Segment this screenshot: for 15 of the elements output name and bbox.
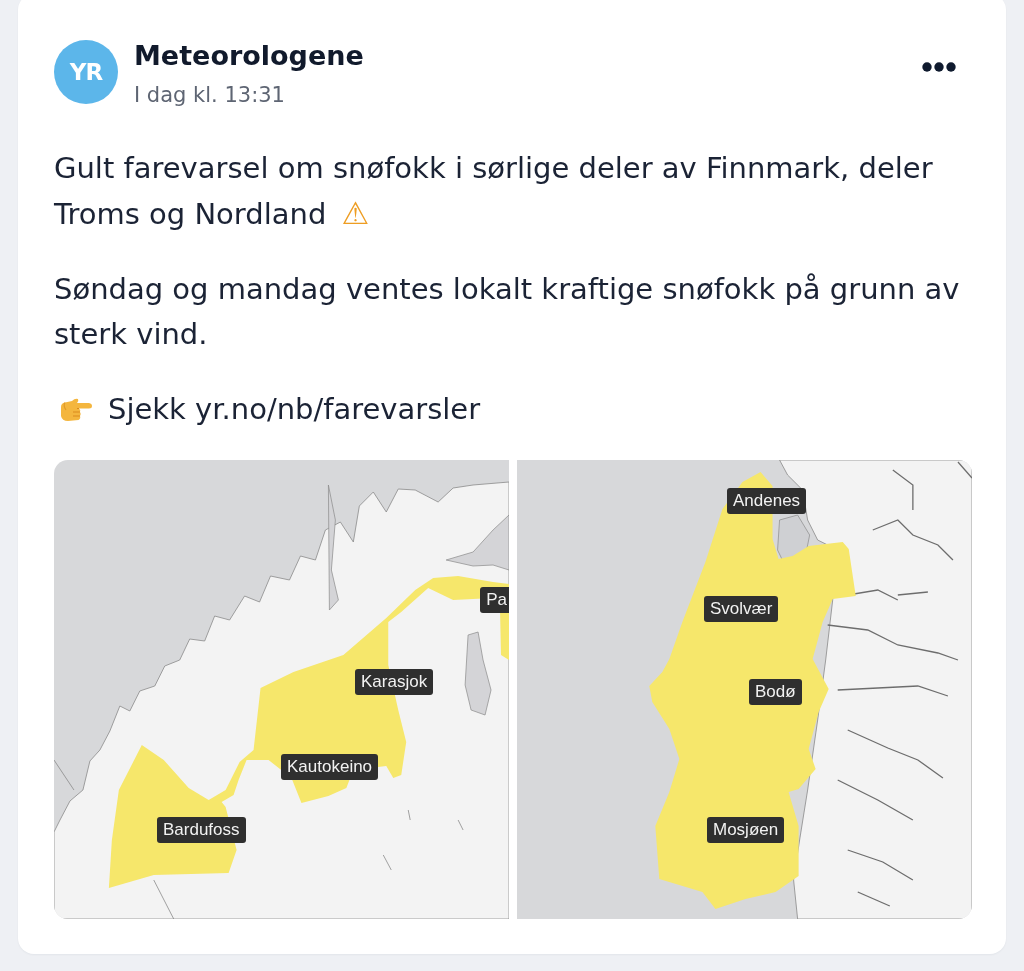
map-label: Andenes [727,488,807,514]
map-label: Karasjok [355,669,434,695]
map-label: Bodø [749,679,802,705]
post-text: Søndag og mandag ventes lokalt kraftige snøfokk på grunn av sterk vind. [54,272,960,351]
post-text: Sjekk yr.no/nb/farevarsler [108,392,481,426]
author-name[interactable]: Meteorologene [134,40,364,72]
post-text: Gult farevarsel om snøfokk i sørlige deler av Finnmark, deler Troms og Nordland ⚠ [54,151,933,231]
brand-logo: YR [54,40,118,104]
map-label: Svolvær [704,596,779,622]
more-icon [922,62,956,72]
post-timestamp: I dag kl. 13:31 [134,82,285,108]
map-label: Pa [480,587,509,613]
map-label: Kautokeino [281,754,379,780]
map-label: Mosjøen [707,817,785,843]
map-label: Bardufoss [157,817,246,843]
